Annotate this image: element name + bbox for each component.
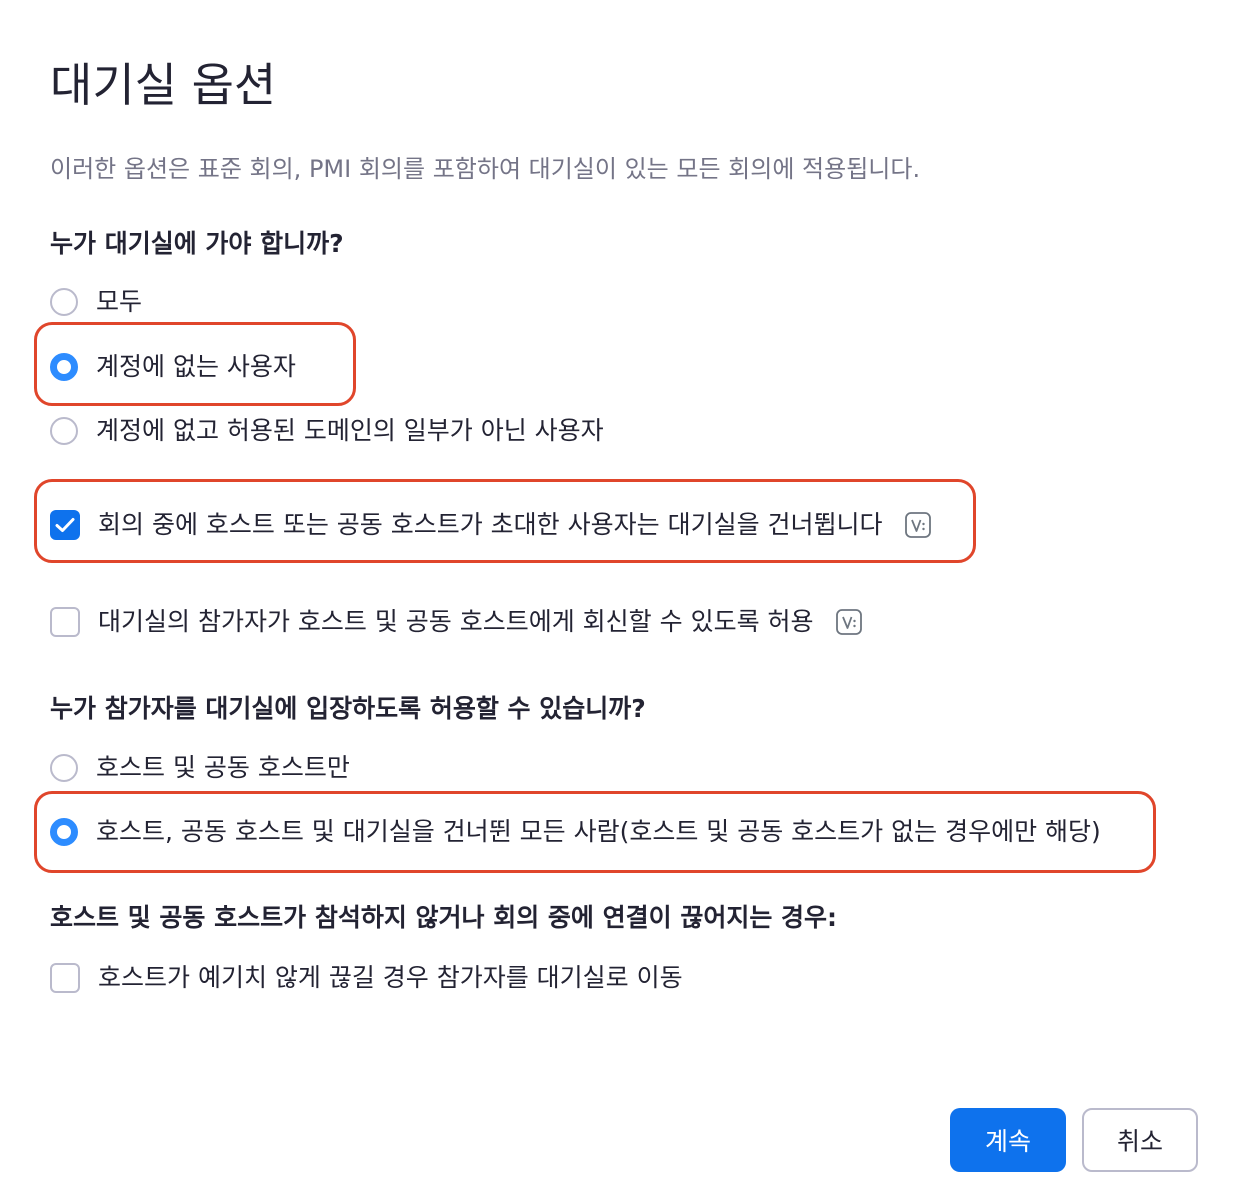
radio-option-label: 계정에 없고 허용된 도메인의 일부가 아닌 사용자 [96, 416, 604, 445]
radio-button[interactable] [50, 754, 78, 782]
radio-option-hosts-and-bypassers[interactable]: 호스트, 공동 호스트 및 대기실을 건너뛴 모든 사람(호스트 및 공동 호스… [50, 812, 1101, 852]
who-goes-heading: 누가 대기실에 가야 합니까? [50, 229, 344, 258]
radio-option-users-not-in-domain[interactable]: 계정에 없고 허용된 도메인의 일부가 아닌 사용자 [50, 411, 604, 451]
host-absent-heading: 호스트 및 공동 호스트가 참석하지 않거나 회의 중에 연결이 끊어지는 경우… [50, 903, 838, 932]
checkbox-option-label: 회의 중에 호스트 또는 공동 호스트가 초대한 사용자는 대기실을 건너뜁니다 [98, 510, 883, 539]
version-badge-icon [904, 512, 931, 538]
radio-option-label: 모두 [96, 287, 143, 316]
radio-button-selected[interactable] [50, 353, 78, 381]
checkbox-option-skip-invited[interactable]: 회의 중에 호스트 또는 공동 호스트가 초대한 사용자는 대기실을 건너뜁니다 [50, 505, 931, 545]
radio-option-users-not-in-account[interactable]: 계정에 없는 사용자 [50, 347, 296, 387]
dialog-description: 이러한 옵션은 표준 회의, PMI 회의를 포함하여 대기실이 있는 모든 회… [50, 155, 921, 183]
radio-option-label: 계정에 없는 사용자 [96, 352, 296, 381]
checkmark-icon [55, 518, 75, 532]
radio-option-label: 호스트 및 공동 호스트만 [96, 753, 350, 782]
checkbox-checked[interactable] [50, 510, 80, 540]
checkbox-option-label: 대기실의 참가자가 호스트 및 공동 호스트에게 회신할 수 있도록 허용 [98, 607, 814, 636]
radio-button-selected[interactable] [50, 818, 78, 846]
checkbox-option-label: 호스트가 예기치 않게 끊길 경우 참가자를 대기실로 이동 [98, 963, 683, 992]
version-badge-icon [835, 609, 862, 635]
checkbox-unchecked[interactable] [50, 963, 80, 993]
radio-button[interactable] [50, 288, 78, 316]
dialog-title: 대기실 옵션 [50, 58, 277, 112]
continue-button[interactable]: 계속 [950, 1108, 1066, 1172]
checkbox-unchecked[interactable] [50, 607, 80, 637]
radio-option-label: 호스트, 공동 호스트 및 대기실을 건너뛴 모든 사람(호스트 및 공동 호스… [96, 817, 1101, 846]
radio-button[interactable] [50, 417, 78, 445]
checkbox-option-allow-reply[interactable]: 대기실의 참가자가 호스트 및 공동 호스트에게 회신할 수 있도록 허용 [50, 602, 862, 642]
radio-option-everyone[interactable]: 모두 [50, 282, 142, 322]
cancel-button[interactable]: 취소 [1082, 1108, 1198, 1172]
who-admits-heading: 누가 참가자를 대기실에 입장하도록 허용할 수 있습니까? [50, 694, 646, 723]
radio-option-hosts-only[interactable]: 호스트 및 공동 호스트만 [50, 748, 350, 788]
checkbox-option-move-to-waiting-room[interactable]: 호스트가 예기치 않게 끊길 경우 참가자를 대기실로 이동 [50, 958, 683, 998]
